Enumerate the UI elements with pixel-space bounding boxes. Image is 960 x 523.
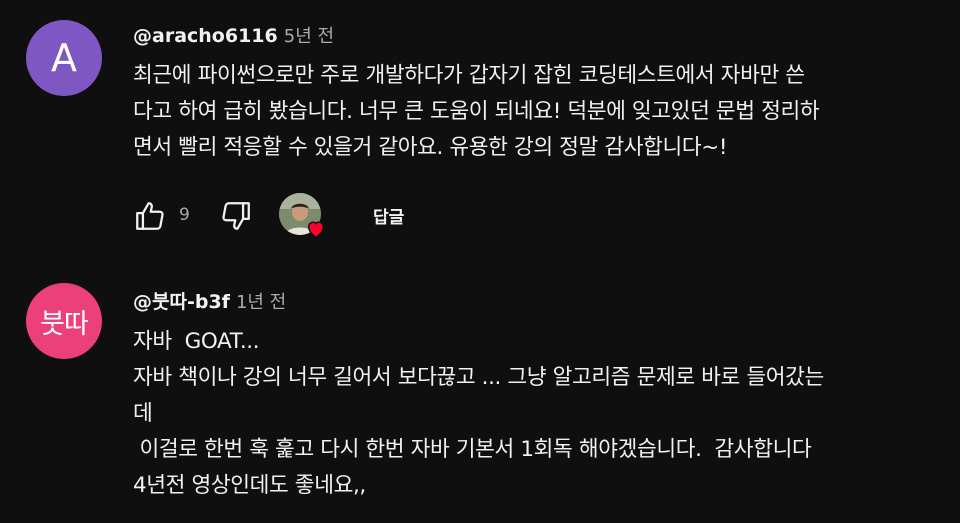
comment-text: 자바 GOAT... 자바 책이나 강의 너무 길어서 보다끊고 ... 그냥 … [133,329,824,498]
comment-time[interactable]: 1년 전 [236,292,286,313]
like-button[interactable] [133,199,167,233]
creator-heart [279,193,331,243]
comment-header: @aracho6116 5년 전 [133,22,334,48]
comment-text: 최근에 파이썬으로만 주로 개발하다가 갑자기 잡힌 코딩테스트에서 자바만 쓴… [133,63,820,160]
author-name[interactable]: @붓따-b3f [133,291,230,313]
avatar[interactable]: A [26,20,102,96]
comment-1: A @aracho6116 5년 전 최근에 파이썬으로만 주로 개발하다가 갑자… [0,0,960,250]
reply-button[interactable]: 답글 [373,203,404,228]
like-count: 9 [179,205,190,225]
dislike-button[interactable] [219,199,253,233]
thumbs-up-icon [136,202,164,230]
thumbs-down-icon [222,202,250,230]
heart-icon [305,218,327,240]
comment-header: @붓따-b3f 1년 전 [133,287,286,314]
comment-time[interactable]: 5년 전 [284,26,334,47]
comment-2: 붓따 @붓따-b3f 1년 전 자바 GOAT... 자바 책이나 강의 너무 길… [0,250,960,523]
comment-actions: 9 답글 [133,193,533,243]
author-name[interactable]: @aracho6116 [133,25,278,47]
avatar[interactable]: 붓따 [26,283,102,359]
